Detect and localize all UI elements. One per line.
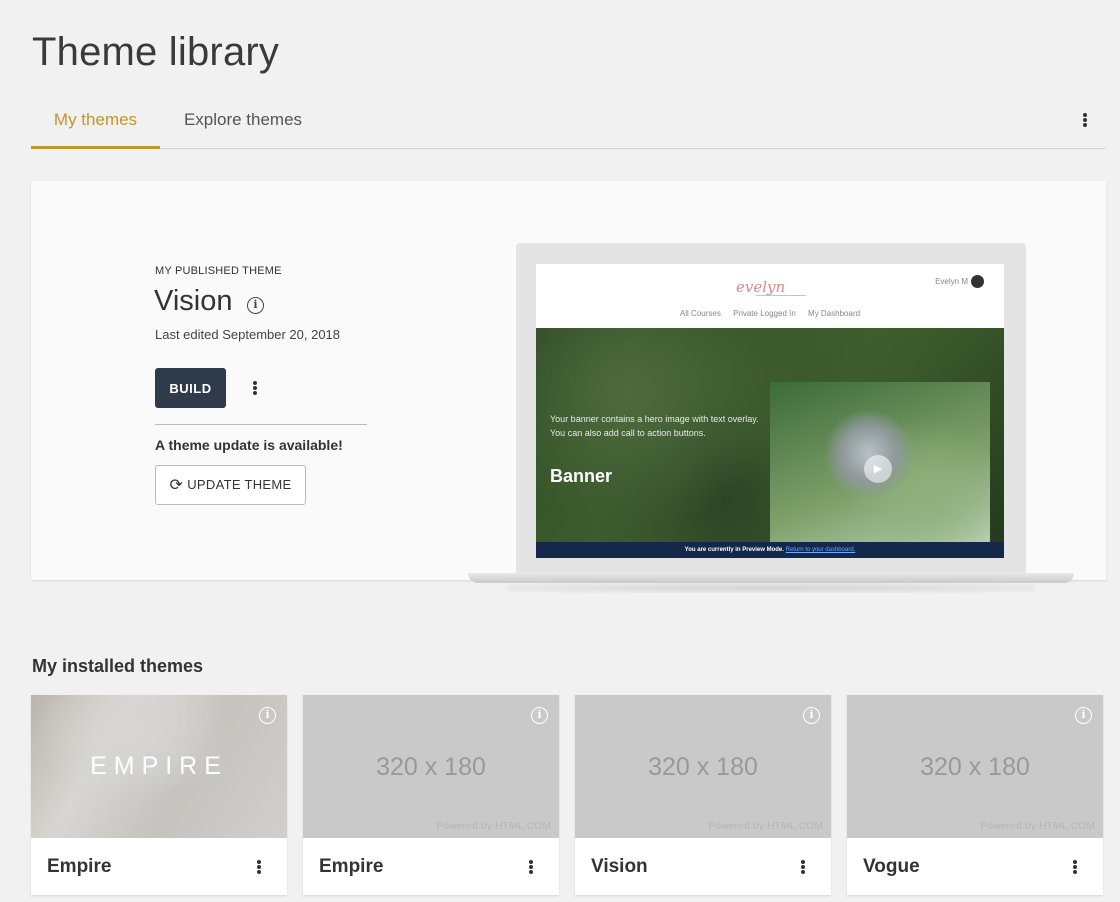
theme-card[interactable]: 320 x 180 Powered by HTML.COM i Empire [303, 695, 559, 895]
theme-card[interactable]: 320 x 180 Powered by HTML.COM i Vogue [847, 695, 1103, 895]
preview-hero-banner: Your banner contains a hero image with t… [536, 328, 1004, 542]
info-icon[interactable]: i [247, 297, 264, 314]
preview-nav: All Courses Private Logged In My Dashboa… [536, 309, 1004, 318]
preview-user-name: Evelyn M [935, 277, 968, 286]
build-button[interactable]: BUILD [155, 368, 226, 408]
update-theme-label: UPDATE THEME [187, 477, 292, 492]
preview-nav-item: My Dashboard [808, 309, 861, 318]
preview-nav-item: All Courses [679, 309, 721, 318]
theme-card-menu-icon[interactable] [521, 855, 541, 879]
tab-bar: My themes Explore themes [31, 100, 1106, 149]
theme-card[interactable]: EMPIRE i Empire [31, 695, 287, 895]
theme-preview: evelyn Evelyn M All Courses Private Logg… [536, 264, 1004, 558]
theme-thumbnail[interactable]: 320 x 180 Powered by HTML.COM i [575, 695, 831, 838]
info-icon[interactable]: i [803, 707, 820, 724]
laptop-shadow [508, 583, 1034, 593]
tab-my-themes[interactable]: My themes [31, 100, 160, 149]
page-title: Theme library [32, 30, 280, 74]
theme-card[interactable]: 320 x 180 Powered by HTML.COM i Vision [575, 695, 831, 895]
divider [155, 424, 367, 425]
published-theme-card: MY PUBLISHED THEME Vision i Last edited … [31, 181, 1106, 593]
placeholder-powered-by: Powered by HTML.COM [436, 821, 551, 832]
play-icon: ▶ [864, 455, 892, 483]
theme-card-name: Vogue [863, 856, 920, 877]
published-theme-menu-icon[interactable] [245, 376, 265, 400]
laptop-base [468, 573, 1074, 583]
tab-explore-themes[interactable]: Explore themes [181, 100, 305, 149]
placeholder-powered-by: Powered by HTML.COM [708, 821, 823, 832]
theme-card-menu-icon[interactable] [249, 855, 269, 879]
placeholder-text: 320 x 180 [920, 753, 1030, 781]
last-edited-text: Last edited September 20, 2018 [155, 327, 341, 342]
preview-banner-title: Banner [550, 466, 613, 486]
preview-mode-bar: You are currently in Preview Mode. Retur… [536, 542, 1004, 558]
avatar [971, 275, 984, 288]
theme-card-menu-icon[interactable] [1065, 855, 1085, 879]
update-available-note: A theme update is available! [155, 437, 343, 453]
theme-card-name: Empire [319, 856, 384, 877]
theme-card-name: Vision [591, 856, 648, 877]
published-theme-kicker: MY PUBLISHED THEME [155, 265, 282, 277]
theme-card-name: Empire [47, 856, 112, 877]
laptop-screen: evelyn Evelyn M All Courses Private Logg… [516, 243, 1026, 575]
refresh-icon: ⟳ [169, 477, 184, 494]
theme-preview-laptop: evelyn Evelyn M All Courses Private Logg… [468, 243, 1074, 593]
info-icon[interactable]: i [259, 707, 276, 724]
info-icon[interactable]: i [531, 707, 548, 724]
published-theme-name: Vision [154, 285, 233, 317]
update-theme-button[interactable]: ⟳ UPDATE THEME [155, 465, 306, 505]
info-icon[interactable]: i [1075, 707, 1092, 724]
theme-card-menu-icon[interactable] [793, 855, 813, 879]
installed-themes-title: My installed themes [32, 656, 204, 676]
placeholder-powered-by: Powered by HTML.COM [980, 821, 1095, 832]
preview-logo-underline [756, 295, 806, 296]
theme-thumbnail[interactable]: EMPIRE i [31, 695, 287, 838]
theme-thumbnail-wordmark: EMPIRE [90, 752, 228, 780]
preview-logo: evelyn [736, 278, 786, 296]
placeholder-text: 320 x 180 [648, 753, 758, 781]
placeholder-text: 320 x 180 [376, 753, 486, 781]
theme-thumbnail[interactable]: 320 x 180 Powered by HTML.COM i [303, 695, 559, 838]
preview-dashboard-link: Return to your dashboard. [785, 547, 856, 553]
preview-banner-text: Your banner contains a hero image with t… [550, 414, 759, 438]
theme-thumbnail[interactable]: 320 x 180 Powered by HTML.COM i [847, 695, 1103, 838]
preview-nav-item: Private Logged In [733, 309, 796, 318]
preview-video: ▶ [770, 382, 990, 542]
preview-mode-text: You are currently in Preview Mode. [684, 547, 784, 553]
more-options-icon[interactable] [1075, 108, 1095, 132]
